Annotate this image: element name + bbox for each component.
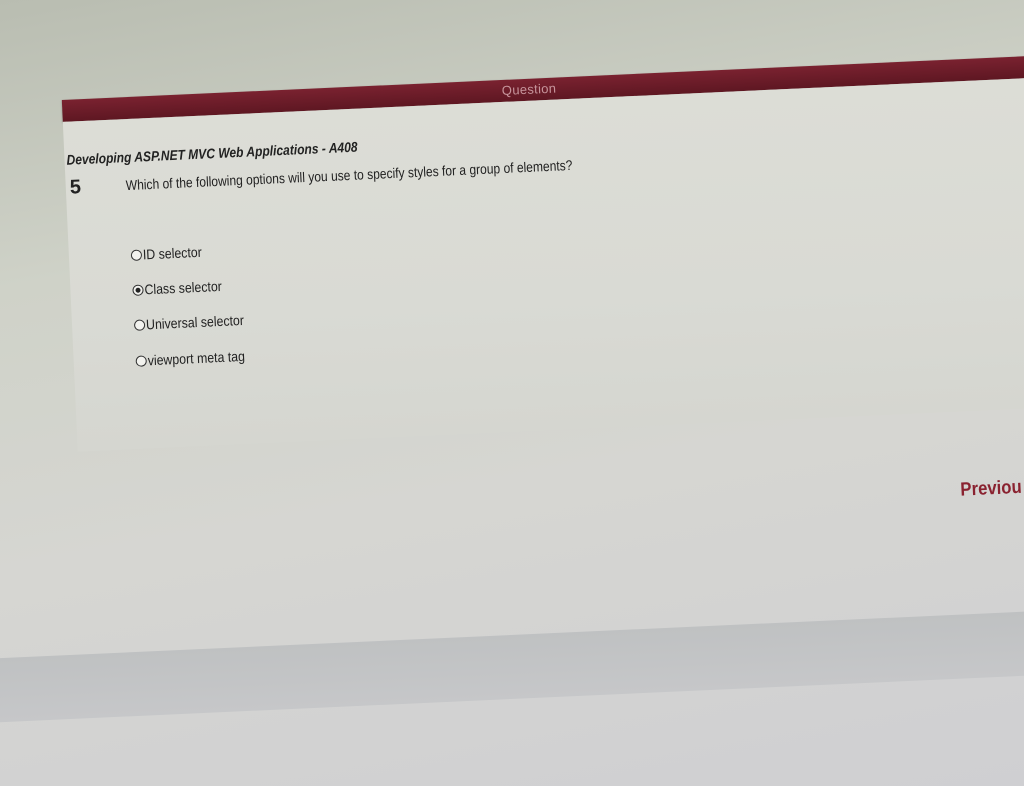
question-panel: Developing ASP.NET MVC Web Applications … (62, 74, 1024, 452)
option-class-selector[interactable]: Class selector (132, 277, 233, 298)
option-viewport-meta-tag[interactable]: viewport meta tag (135, 347, 258, 369)
question-number: 5 (69, 176, 82, 199)
quiz-page: Question Developing ASP.NET MVC Web Appl… (60, 13, 1024, 680)
option-universal-selector[interactable]: Universal selector (133, 311, 258, 333)
radio-button[interactable] (135, 354, 147, 367)
option-label: Class selector (144, 277, 223, 298)
screen: Question Developing ASP.NET MVC Web Appl… (0, 0, 1024, 786)
option-label: viewport meta tag (147, 347, 246, 369)
radio-button-selected[interactable] (132, 283, 144, 296)
question-text: Which of the following options will you … (125, 156, 573, 194)
option-id-selector[interactable]: ID selector (130, 243, 211, 263)
radio-button[interactable] (130, 248, 143, 261)
question-header-title: Question (501, 80, 557, 98)
previous-button[interactable]: Previou (960, 477, 1022, 502)
course-title: Developing ASP.NET MVC Web Applications … (66, 138, 358, 168)
option-label: Universal selector (145, 311, 245, 333)
option-label: ID selector (142, 243, 203, 263)
radio-button[interactable] (133, 318, 146, 331)
